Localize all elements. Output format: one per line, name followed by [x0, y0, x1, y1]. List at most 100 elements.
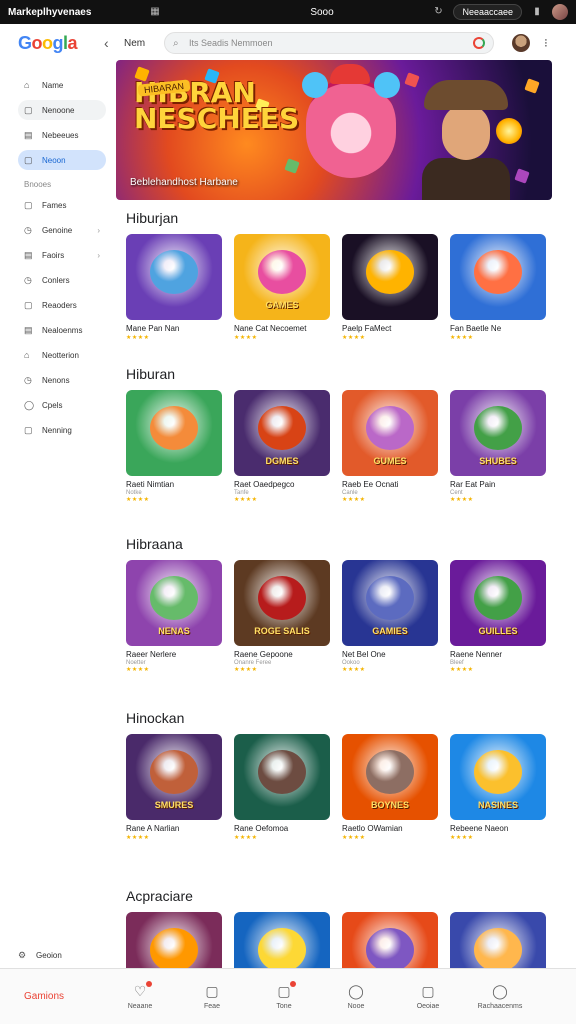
game-card[interactable]: Mane Pan Nan ★★★★: [126, 234, 222, 341]
game-card[interactable]: GAMIES Net Bel One Ookoo ★★★★: [342, 560, 438, 673]
search-input[interactable]: Its Seadis Nemmoen: [189, 38, 473, 48]
sidebar-item-3[interactable]: ▤ Nebeeues: [18, 125, 106, 145]
extensions-icon[interactable]: ▮: [530, 5, 544, 19]
thumbnail-title-art: SMURES: [154, 800, 194, 810]
sidebar-item-4[interactable]: ◷ Conlers: [18, 270, 106, 290]
sidebar-item-home[interactable]: ⌂ Name: [18, 75, 106, 95]
game-thumbnail[interactable]: [450, 234, 546, 320]
game-thumbnail[interactable]: NENAS: [126, 560, 222, 646]
game-card[interactable]: Fan Baetle Ne ★★★★: [450, 234, 546, 341]
game-card[interactable]: GUILLES Raene Nenner Bleef ★★★★: [450, 560, 546, 673]
active-tab[interactable]: Sooo: [282, 7, 362, 18]
sidebar-item-6[interactable]: ▤ Nealoenms: [18, 320, 106, 340]
sidebar-item-favorites[interactable]: ▤ Faoirs ›: [18, 245, 106, 265]
bottom-nav-item[interactable]: ▢ Tone: [248, 981, 320, 1010]
game-title[interactable]: Raet Oaedpegco: [234, 480, 330, 489]
sidebar-item-active[interactable]: ▢ Neoon: [18, 150, 106, 170]
google-logo[interactable]: Googla: [18, 33, 98, 54]
hero-banner[interactable]: HIBRAN NESCHEES HIBARAN Beblehandhost Ha…: [116, 60, 552, 200]
game-title[interactable]: Net Bel One: [342, 650, 438, 659]
game-card[interactable]: BOYNES Raetlo OWamian ★★★★: [342, 734, 438, 841]
game-card[interactable]: SMURES Rane A Narlian ★★★★: [126, 734, 222, 841]
game-title[interactable]: Rar Eat Pain: [450, 480, 546, 489]
game-thumbnail[interactable]: GUMES: [342, 390, 438, 476]
bottom-nav-item[interactable]: ♡ Neaane: [104, 981, 176, 1010]
user-avatar[interactable]: [512, 34, 530, 52]
game-card[interactable]: GAMES Nane Cat Necoemet ★★★★: [234, 234, 330, 341]
game-thumbnail[interactable]: GAMIES: [342, 560, 438, 646]
character-illustration: [150, 928, 198, 972]
game-title[interactable]: Raeer Nerlere: [126, 650, 222, 659]
game-title[interactable]: Rebeene Naeon: [450, 824, 546, 833]
game-card[interactable]: DGMES Raet Oaedpegco Tanfe ★★★★: [234, 390, 330, 503]
game-thumbnail[interactable]: [126, 390, 222, 476]
game-thumbnail[interactable]: [126, 234, 222, 320]
character-face: [442, 104, 490, 160]
game-title[interactable]: Raeti Nimtian: [126, 480, 222, 489]
game-card[interactable]: Raeti Nimtian Notke ★★★★: [126, 390, 222, 503]
game-thumbnail[interactable]: GUILLES: [450, 560, 546, 646]
game-card[interactable]: NASINES Rebeene Naeon ★★★★: [450, 734, 546, 841]
bottom-nav-item[interactable]: ◯ Rachaacenms: [464, 983, 536, 1010]
search-bar[interactable]: ⌕ Its Seadis Nemmoen: [164, 32, 494, 54]
bottom-nav-brand[interactable]: Gamions: [0, 991, 104, 1002]
refresh-icon[interactable]: ↻: [431, 5, 445, 19]
game-title[interactable]: Mane Pan Nan: [126, 324, 222, 333]
character-illustration: [366, 576, 414, 620]
bottom-nav-item[interactable]: ◯ Nooe: [320, 983, 392, 1010]
game-thumbnail[interactable]: SHUBES: [450, 390, 546, 476]
game-title[interactable]: Rane Oefomoa: [234, 824, 330, 833]
bear-hat: [330, 64, 370, 84]
character-coat: [422, 158, 510, 200]
sidebar-bottom-item[interactable]: ⚙ Geoion: [18, 950, 62, 961]
star-rating-icon: ★★★★: [450, 335, 474, 341]
game-title[interactable]: Nane Cat Necoemet: [234, 324, 330, 333]
more-options-icon[interactable]: ⁝: [544, 36, 548, 50]
star-rating-icon: ★★★★: [126, 335, 150, 341]
game-thumbnail[interactable]: SMURES: [126, 734, 222, 820]
sidebar-item-10[interactable]: ▢ Nenning: [18, 420, 106, 440]
game-thumbnail[interactable]: [342, 234, 438, 320]
sidebar-item-8[interactable]: ◷ Nenons: [18, 370, 106, 390]
game-card[interactable]: NENAS Raeer Nerlere Noetter ★★★★: [126, 560, 222, 673]
sidebar-item-games[interactable]: ▢ Fames: [18, 195, 106, 215]
game-title[interactable]: Paelp FaMect: [342, 324, 438, 333]
window-title: Markeplhyvenaes: [8, 6, 92, 18]
game-card[interactable]: ROGE SALIS Raene Gepoone Onanre Feree ★★★★: [234, 560, 330, 673]
game-card[interactable]: Rane Oefomoa ★★★★: [234, 734, 330, 841]
header-label[interactable]: Nem: [124, 38, 154, 49]
sidebar-item-7[interactable]: ⌂ Neotterion: [18, 345, 106, 365]
grid-icon[interactable]: ▦: [148, 5, 162, 19]
bottom-nav-item[interactable]: ▢ Feae: [176, 983, 248, 1010]
sidebar-item-9[interactable]: ◯ Cpels: [18, 395, 106, 415]
sidebar-item-2[interactable]: ▢ Nenoone: [18, 100, 106, 120]
voice-search-icon[interactable]: [473, 37, 485, 49]
sidebar-item-5[interactable]: ▢ Reaoders: [18, 295, 106, 315]
game-thumbnail[interactable]: NASINES: [450, 734, 546, 820]
square-icon: ▢: [24, 299, 33, 310]
thumbnail-title-art: DGMES: [265, 456, 299, 466]
game-title[interactable]: Raetlo OWamian: [342, 824, 438, 833]
sidebar-item-genre[interactable]: ◷ Genoine ›: [18, 220, 106, 240]
bottom-nav-item[interactable]: ▢ Oeoiae: [392, 983, 464, 1010]
game-thumbnail[interactable]: BOYNES: [342, 734, 438, 820]
game-title[interactable]: Raene Nenner: [450, 650, 546, 659]
profile-avatar[interactable]: [552, 4, 568, 20]
game-thumbnail[interactable]: DGMES: [234, 390, 330, 476]
back-arrow-icon[interactable]: ‹: [104, 35, 118, 51]
game-title[interactable]: Rane A Narlian: [126, 824, 222, 833]
section-title: Hinockan: [126, 710, 185, 726]
game-card[interactable]: Paelp FaMect ★★★★: [342, 234, 438, 341]
game-title[interactable]: Fan Baetle Ne: [450, 324, 546, 333]
account-pill[interactable]: Neeaaccaee: [453, 4, 522, 20]
card-row: Mane Pan Nan ★★★★ GAMES Nane Cat Necoemet ★★…: [126, 234, 546, 341]
game-card[interactable]: GUMES Raeb Ee Ocnati Canle ★★★★: [342, 390, 438, 503]
game-title[interactable]: Raeb Ee Ocnati: [342, 480, 438, 489]
game-thumbnail[interactable]: [234, 734, 330, 820]
game-thumbnail[interactable]: ROGE SALIS: [234, 560, 330, 646]
game-card[interactable]: SHUBES Rar Eat Pain Cent ★★★★: [450, 390, 546, 503]
card-row: NENAS Raeer Nerlere Noetter ★★★★ ROGE SALIS R…: [126, 560, 546, 673]
game-title[interactable]: Raene Gepoone: [234, 650, 330, 659]
game-thumbnail[interactable]: GAMES: [234, 234, 330, 320]
square-icon: ▢: [24, 424, 33, 435]
